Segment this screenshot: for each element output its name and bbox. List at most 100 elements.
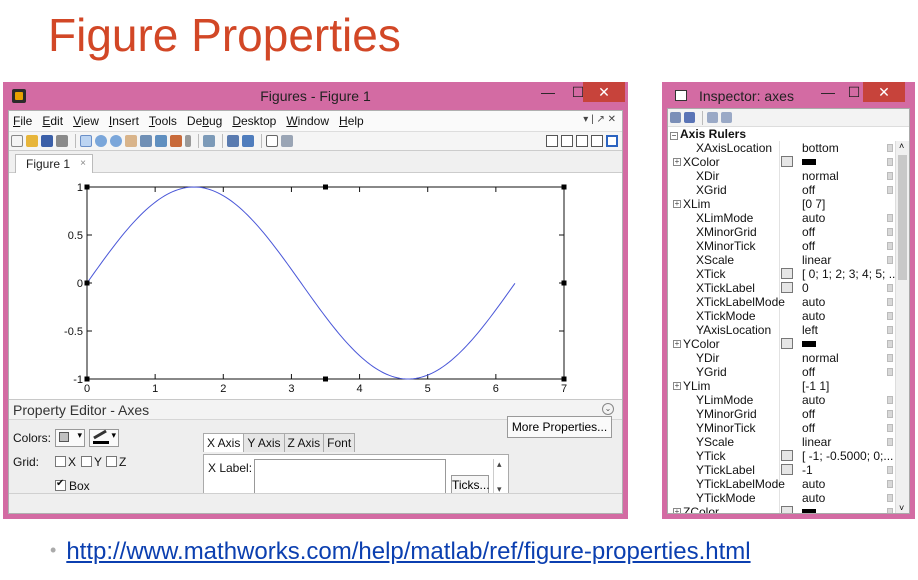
menu-item[interactable]: Desktop (232, 114, 276, 128)
property-value[interactable]: 0 (802, 281, 809, 295)
dropdown-arrow-icon[interactable] (887, 284, 893, 292)
expand-plus-icon[interactable]: + (673, 200, 681, 208)
dropdown-arrow-icon[interactable] (887, 368, 893, 376)
property-row[interactable]: XMinorGrid off (668, 225, 895, 239)
dropdown-arrow-icon[interactable] (887, 326, 893, 334)
property-row[interactable]: XTickLabel 0 (668, 281, 895, 295)
scrollbar-thumb[interactable] (898, 155, 907, 280)
data-cursor-icon[interactable] (155, 135, 167, 147)
x-label-input[interactable] (254, 459, 446, 495)
property-value[interactable]: auto (802, 211, 825, 225)
property-row[interactable]: YMinorTick off (668, 421, 895, 435)
grid-x-checkbox[interactable] (55, 456, 66, 467)
property-row[interactable]: YAxisLocation left (668, 323, 895, 337)
property-value[interactable]: off (802, 407, 815, 421)
property-row[interactable]: YTickMode auto (668, 491, 895, 505)
group-axis-rulers[interactable]: − Axis Rulers (668, 127, 909, 141)
tab-font[interactable]: Font (323, 433, 356, 452)
property-row[interactable]: YGrid off (668, 365, 895, 379)
property-editor-icon[interactable] (781, 282, 793, 293)
tab-close-icon[interactable]: × (80, 158, 86, 169)
edge-color-button[interactable]: ▾ (89, 429, 119, 447)
grid-y-checkbox[interactable] (81, 456, 92, 467)
close-button[interactable]: ✕ (583, 82, 625, 102)
dropdown-arrow-icon[interactable] (887, 144, 893, 152)
minimize-button[interactable]: — (533, 82, 563, 102)
show-plot-tools-icon[interactable] (281, 135, 293, 147)
open-folder-icon[interactable] (26, 135, 38, 147)
property-value[interactable]: left (802, 323, 818, 337)
dropdown-arrow-icon[interactable] (887, 396, 893, 404)
collapse-all-icon[interactable] (721, 112, 732, 123)
top-bottom-layout-icon[interactable] (576, 135, 588, 147)
tab-z-axis[interactable]: Z Axis (283, 433, 325, 452)
property-value[interactable]: normal (802, 169, 839, 183)
property-value[interactable]: off (802, 365, 815, 379)
property-row[interactable]: XLimMode auto (668, 211, 895, 225)
property-value[interactable]: linear (802, 253, 831, 267)
property-value[interactable]: auto (802, 295, 825, 309)
sort-alphabetical-icon[interactable] (684, 112, 695, 123)
property-row[interactable]: YMinorGrid off (668, 407, 895, 421)
plot-area[interactable]: 0 1 2 3 4 5 6 7 -1 -0.5 0 0.5 1 (9, 173, 622, 399)
expand-plus-icon[interactable]: + (673, 158, 681, 166)
tab-x-axis[interactable]: X Axis (203, 433, 245, 452)
dropdown-arrow-icon[interactable] (887, 494, 893, 502)
hide-plot-tools-icon[interactable] (266, 135, 278, 147)
property-row[interactable]: YLimMode auto (668, 393, 895, 407)
float-icon[interactable] (591, 135, 603, 147)
property-editor-icon[interactable] (781, 268, 793, 279)
color-swatch[interactable] (802, 159, 816, 165)
property-row[interactable]: YTickLabel -1 (668, 463, 895, 477)
expand-plus-icon[interactable]: + (673, 340, 681, 348)
dropdown-arrow-icon[interactable] (887, 214, 893, 222)
dropdown-arrow-icon[interactable] (887, 466, 893, 474)
dropdown-arrow-icon[interactable] (887, 480, 893, 488)
dropdown-arrow-icon[interactable] (887, 172, 893, 180)
menu-bar-window-controls[interactable]: ▾ | ↗ ✕ (583, 114, 616, 125)
dropdown-arrow-icon[interactable] (887, 256, 893, 264)
left-right-layout-icon[interactable] (561, 135, 573, 147)
property-value[interactable]: off (802, 239, 815, 253)
property-editor-icon[interactable] (781, 338, 793, 349)
dropdown-arrow-icon[interactable] (887, 508, 893, 513)
reference-link[interactable]: http://www.mathworks.com/help/matlab/ref… (66, 538, 750, 565)
property-row[interactable]: XAxisLocation bottom (668, 141, 895, 155)
dropdown-arrow-icon[interactable] (887, 186, 893, 194)
property-value[interactable]: auto (802, 393, 825, 407)
edit-plot-arrow-icon[interactable] (80, 135, 92, 147)
dropdown-arrow-icon[interactable] (887, 354, 893, 362)
dropdown-arrow-icon[interactable] (887, 312, 893, 320)
rotate-3d-icon[interactable] (140, 135, 152, 147)
property-row[interactable]: XScale linear (668, 253, 895, 267)
zoom-out-icon[interactable] (110, 135, 122, 147)
property-value[interactable]: normal (802, 351, 839, 365)
maximize-layout-icon[interactable] (606, 135, 618, 147)
property-value[interactable]: [0 7] (802, 197, 825, 211)
menu-item[interactable]: Insert (109, 114, 139, 128)
property-value[interactable]: -1 (802, 463, 813, 477)
grid-z-checkbox[interactable] (106, 456, 117, 467)
property-row[interactable]: XTickMode auto (668, 309, 895, 323)
expand-plus-icon[interactable]: + (673, 508, 681, 513)
property-editor-icon[interactable] (781, 450, 793, 461)
property-editor-icon[interactable] (781, 156, 793, 167)
property-row[interactable]: YDir normal (668, 351, 895, 365)
x-label-scrollbar[interactable]: ▴ ▾ (493, 459, 507, 495)
ticks-button[interactable]: Ticks... (451, 475, 490, 495)
dropdown-arrow-icon[interactable] (887, 242, 893, 250)
color-swatch[interactable] (802, 509, 816, 513)
menu-item[interactable]: Debug (187, 114, 222, 128)
color-swatch[interactable] (802, 341, 816, 347)
property-row[interactable]: XDir normal (668, 169, 895, 183)
brush-icon[interactable] (170, 135, 182, 147)
property-row[interactable]: + XLim [0 7] (668, 197, 895, 211)
figures-titlebar[interactable]: Figures - Figure 1 — ☐ ✕ (8, 82, 625, 110)
inspector-scrollbar[interactable]: ˄ ˅ (895, 141, 909, 513)
link-plot-icon[interactable] (203, 135, 215, 147)
new-figure-icon[interactable] (11, 135, 23, 147)
inspector-titlebar[interactable]: Inspector: axes — ☐ ✕ (667, 82, 910, 110)
print-icon[interactable] (56, 135, 68, 147)
property-value[interactable]: off (802, 421, 815, 435)
menu-item[interactable]: Help (339, 114, 364, 128)
